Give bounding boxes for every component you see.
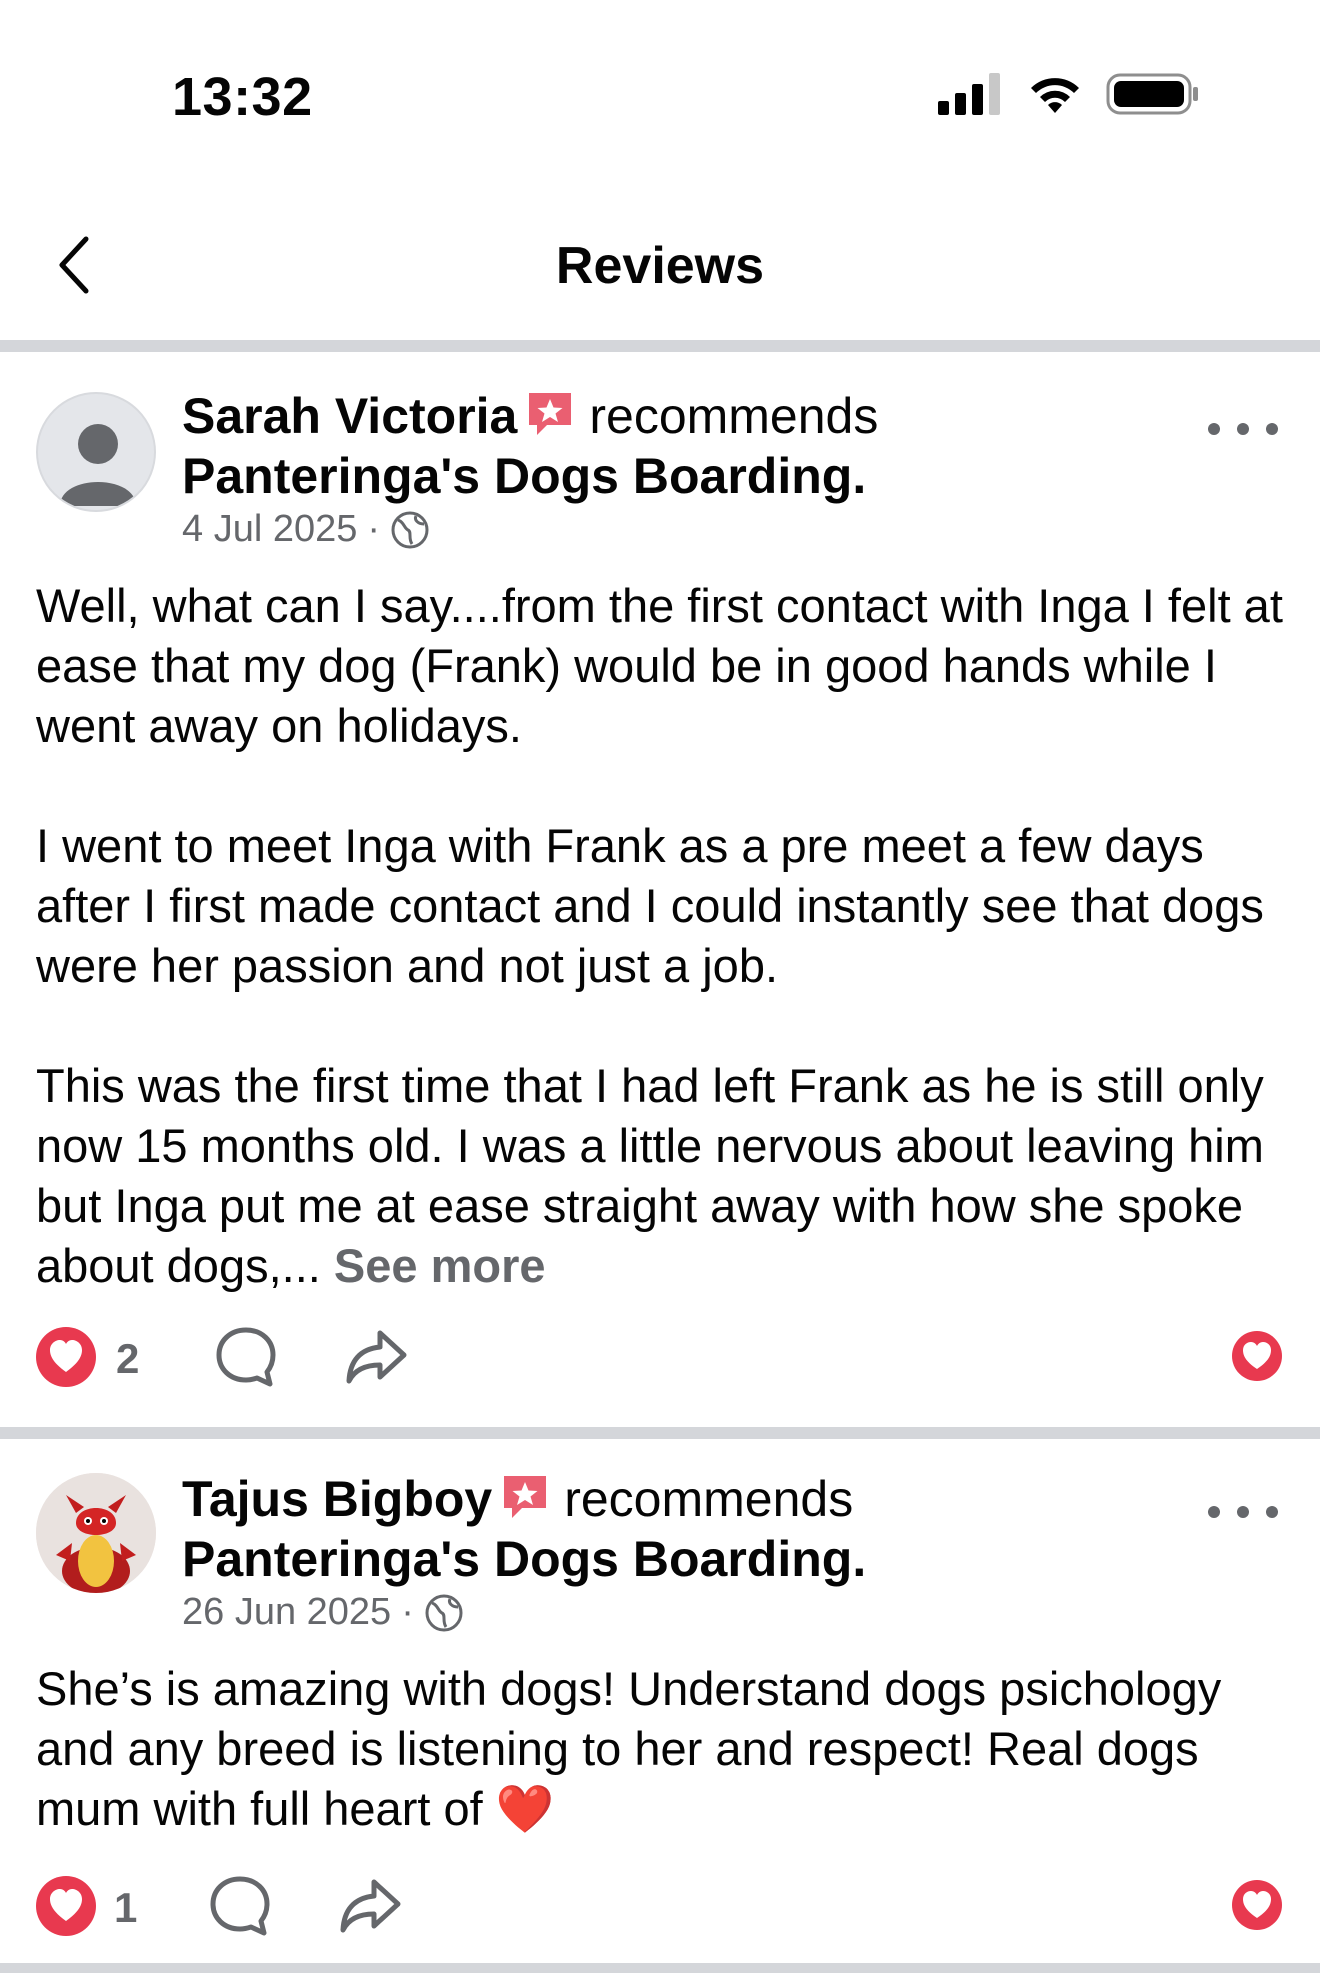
globe-icon bbox=[391, 511, 429, 548]
heart-icon[interactable] bbox=[1230, 1878, 1284, 1932]
author-line: Tajus Bigboy recommends bbox=[182, 1469, 853, 1529]
recommends-label: recommends bbox=[564, 1471, 854, 1527]
review-paragraph: This was the first time that I had left … bbox=[36, 1056, 1296, 1296]
status-time: 13:32 bbox=[172, 67, 313, 127]
author-name[interactable]: Tajus Bigboy bbox=[182, 1471, 492, 1527]
review-paragraph: She’s is amazing with dogs! Understand d… bbox=[36, 1662, 1222, 1835]
review-card: Tajus Bigboy recommends Panteringa's Dog… bbox=[0, 1439, 1320, 1973]
wifi-icon bbox=[1031, 78, 1079, 113]
author-name[interactable]: Sarah Victoria bbox=[182, 388, 517, 444]
business-name[interactable]: Panteringa's Dogs Boarding. bbox=[182, 446, 866, 506]
review-meta: 4 Jul 2025 · bbox=[182, 508, 430, 551]
share-icon[interactable] bbox=[338, 1874, 402, 1938]
globe-icon bbox=[425, 1594, 463, 1631]
cellular-signal-icon bbox=[938, 73, 1000, 115]
dot bbox=[1208, 1506, 1220, 1518]
status-icons bbox=[938, 72, 1200, 116]
header: Reviews bbox=[0, 200, 1320, 330]
review-paragraph: I went to meet Inga with Frank as a pre … bbox=[36, 819, 1264, 992]
see-more-link[interactable]: See more bbox=[334, 1239, 546, 1292]
author-line: Sarah Victoria recommends bbox=[182, 386, 878, 446]
like-reaction-icon[interactable] bbox=[34, 1325, 98, 1389]
meta-separator: · bbox=[367, 508, 381, 550]
review-card: Sarah Victoria recommends Panteringa's D… bbox=[0, 352, 1320, 1427]
like-count: 1 bbox=[114, 1884, 138, 1931]
review-text: She’s is amazing with dogs! Understand d… bbox=[36, 1659, 1296, 1839]
avatar[interactable] bbox=[36, 392, 156, 512]
review-date[interactable]: 26 Jun 2025 bbox=[182, 1591, 391, 1634]
dot bbox=[1208, 423, 1220, 435]
more-options-button[interactable] bbox=[1208, 414, 1278, 444]
review-meta: 26 Jun 2025 · bbox=[182, 1591, 464, 1634]
dot bbox=[1237, 1506, 1249, 1518]
battery-icon bbox=[1106, 73, 1198, 115]
recommendation-badge-icon bbox=[529, 393, 572, 435]
comment-icon[interactable] bbox=[214, 1325, 278, 1389]
like-count: 2 bbox=[116, 1335, 140, 1382]
review-text: Well, what can I say....from the first c… bbox=[36, 576, 1296, 1296]
comment-icon[interactable] bbox=[208, 1874, 272, 1938]
separator bbox=[0, 1427, 1320, 1439]
recommends-label: recommends bbox=[589, 388, 879, 444]
review-actions: 2 bbox=[34, 1325, 1284, 1395]
review-paragraph: Well, what can I say....from the first c… bbox=[36, 579, 1283, 752]
dot bbox=[1266, 1506, 1278, 1518]
heart-icon[interactable] bbox=[1230, 1329, 1284, 1383]
dot bbox=[1237, 423, 1249, 435]
separator bbox=[0, 1963, 1320, 1973]
review-paragraph-text: This was the first time that I had left … bbox=[36, 1059, 1264, 1292]
more-options-button[interactable] bbox=[1208, 1497, 1278, 1527]
status-bar: 13:32 bbox=[0, 0, 1320, 150]
separator bbox=[0, 340, 1320, 352]
review-actions: 1 bbox=[34, 1874, 1284, 1944]
dot bbox=[1266, 423, 1278, 435]
page-title: Reviews bbox=[555, 237, 765, 295]
meta-separator: · bbox=[401, 1591, 414, 1633]
avatar-image bbox=[36, 1473, 156, 1593]
review-date[interactable]: 4 Jul 2025 bbox=[182, 508, 357, 551]
business-name[interactable]: Panteringa's Dogs Boarding. bbox=[182, 1529, 866, 1589]
default-profile-icon bbox=[60, 424, 136, 506]
recommendation-badge-icon bbox=[504, 1476, 547, 1518]
like-reaction-icon[interactable] bbox=[34, 1874, 98, 1938]
avatar[interactable] bbox=[36, 1473, 156, 1593]
share-icon[interactable] bbox=[344, 1325, 408, 1389]
